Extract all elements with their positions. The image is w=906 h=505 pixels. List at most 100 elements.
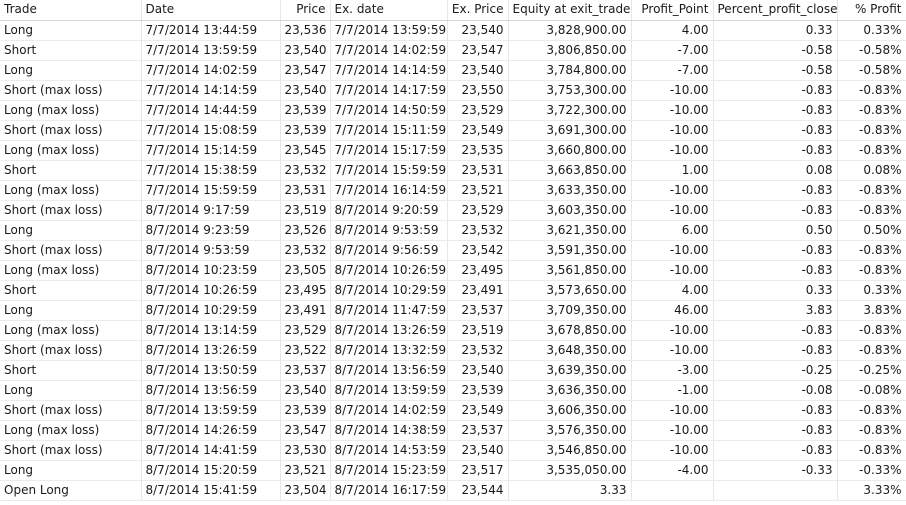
cell-date: 8/7/2014 13:14:59 (141, 320, 281, 341)
cell-pct_close: 0.33 (713, 20, 838, 41)
cell-exprice: 23,532 (447, 340, 509, 361)
table-row[interactable]: Open Long 8/7/2014 15:41:59 23,504 8/7/2014… (0, 480, 906, 501)
cell-price: 23,539 (280, 120, 331, 141)
cell-point: -7.00 (631, 60, 714, 81)
cell-point: -10.00 (631, 340, 714, 361)
cell-exprice: 23,549 (447, 400, 509, 421)
cell-exprice: 23,544 (447, 480, 509, 501)
cell-exprice: 23,537 (447, 420, 509, 441)
cell-exprice: 23,529 (447, 200, 509, 221)
cell-date: 7/7/2014 14:44:59 (141, 100, 281, 121)
cell-date: 7/7/2014 15:38:59 (141, 160, 281, 181)
cell-pct_close: -0.83 (713, 180, 838, 201)
cell-point: 6.00 (631, 220, 714, 241)
table-row[interactable]: Short (max loss) 8/7/2014 13:59:59 23,539 8… (0, 400, 906, 421)
column-header-equity[interactable]: Equity at exit_trade (508, 0, 632, 21)
cell-pct_close: -0.58 (713, 40, 838, 61)
cell-pct: 3.33% (837, 480, 906, 501)
table-row[interactable]: Long (max loss) 8/7/2014 14:26:59 23,547 8/… (0, 420, 906, 441)
cell-exprice: 23,539 (447, 380, 509, 401)
table-row[interactable]: Short (max loss) 8/7/2014 13:26:59 23,522 8… (0, 340, 906, 361)
cell-date: 7/7/2014 15:08:59 (141, 120, 281, 141)
cell-trade: Long (max loss) (0, 140, 142, 161)
cell-trade: Short (max loss) (0, 240, 142, 261)
column-header-date[interactable]: Date (141, 0, 281, 21)
cell-trade: Long (max loss) (0, 420, 142, 441)
cell-price: 23,540 (280, 380, 331, 401)
cell-pct: -0.83% (837, 240, 906, 261)
column-header-exprice[interactable]: Ex. Price (447, 0, 509, 21)
table-row[interactable]: Long (max loss) 7/7/2014 14:44:59 23,539 7/… (0, 100, 906, 121)
cell-pct: 3.83% (837, 300, 906, 321)
cell-exprice: 23,517 (447, 460, 509, 481)
cell-exdate: 7/7/2014 14:17:59 (330, 80, 448, 101)
cell-point: -10.00 (631, 140, 714, 161)
cell-price: 23,522 (280, 340, 331, 361)
cell-pct_close: -0.83 (713, 260, 838, 281)
cell-date: 8/7/2014 13:56:59 (141, 380, 281, 401)
cell-trade: Short (max loss) (0, 200, 142, 221)
column-header-price[interactable]: Price (280, 0, 331, 21)
table-row[interactable]: Short 7/7/2014 15:38:59 23,532 7/7/2014 15:… (0, 160, 906, 181)
cell-pct: -0.08% (837, 380, 906, 401)
cell-equity: 3,660,800.00 (508, 140, 632, 161)
cell-trade: Short (max loss) (0, 400, 142, 421)
cell-point: 1.00 (631, 160, 714, 181)
cell-equity: 3,573,650.00 (508, 280, 632, 301)
table-row[interactable]: Short 8/7/2014 10:26:59 23,495 8/7/2014 10:… (0, 280, 906, 301)
cell-date: 8/7/2014 13:59:59 (141, 400, 281, 421)
table-row[interactable]: Short (max loss) 8/7/2014 14:41:59 23,530 8… (0, 440, 906, 461)
column-header-exdate[interactable]: Ex. date (330, 0, 448, 21)
table-row[interactable]: Long 7/7/2014 14:02:59 23,547 7/7/2014 14:1… (0, 60, 906, 81)
cell-equity: 3,546,850.00 (508, 440, 632, 461)
column-header-point[interactable]: Profit_Point (631, 0, 714, 21)
cell-price: 23,491 (280, 300, 331, 321)
cell-pct: 0.08% (837, 160, 906, 181)
table-row[interactable]: Short (max loss) 8/7/2014 9:53:59 23,532 8/… (0, 240, 906, 261)
cell-date: 8/7/2014 15:41:59 (141, 480, 281, 501)
cell-pct_close: -0.08 (713, 380, 838, 401)
cell-trade: Long (max loss) (0, 260, 142, 281)
cell-exdate: 7/7/2014 15:11:59 (330, 120, 448, 141)
cell-equity: 3.33 (508, 480, 632, 501)
cell-exdate: 7/7/2014 13:59:59 (330, 20, 448, 41)
cell-exprice: 23,531 (447, 160, 509, 181)
table-row[interactable]: Long (max loss) 8/7/2014 10:23:59 23,505 8/… (0, 260, 906, 281)
cell-exprice: 23,491 (447, 280, 509, 301)
table-row[interactable]: Short 7/7/2014 13:59:59 23,540 7/7/2014 14:… (0, 40, 906, 61)
column-header-pct[interactable]: % Profit (837, 0, 906, 21)
table-row[interactable]: Long 8/7/2014 9:23:59 23,526 8/7/2014 9:53:… (0, 220, 906, 241)
cell-pct: -0.58% (837, 40, 906, 61)
table-row[interactable]: Long 8/7/2014 10:29:59 23,491 8/7/2014 11:4… (0, 300, 906, 321)
cell-equity: 3,603,350.00 (508, 200, 632, 221)
table-row[interactable]: Short 8/7/2014 13:50:59 23,537 8/7/2014 13:… (0, 360, 906, 381)
cell-exprice: 23,540 (447, 60, 509, 81)
table-row[interactable]: Long (max loss) 8/7/2014 13:14:59 23,529 8/… (0, 320, 906, 341)
table-row[interactable]: Short (max loss) 7/7/2014 15:08:59 23,539 7… (0, 120, 906, 141)
cell-equity: 3,648,350.00 (508, 340, 632, 361)
table-row[interactable]: Long 8/7/2014 15:20:59 23,521 8/7/2014 15:2… (0, 460, 906, 481)
cell-pct: -0.83% (837, 400, 906, 421)
column-header-pct_close[interactable]: Percent_profit_close (713, 0, 838, 21)
table-row[interactable]: Long (max loss) 7/7/2014 15:59:59 23,531 7/… (0, 180, 906, 201)
cell-point: -10.00 (631, 320, 714, 341)
cell-date: 8/7/2014 15:20:59 (141, 460, 281, 481)
table-row[interactable]: Short (max loss) 7/7/2014 14:14:59 23,540 7… (0, 80, 906, 101)
column-header-trade[interactable]: Trade (0, 0, 142, 21)
table-row[interactable]: Long (max loss) 7/7/2014 15:14:59 23,545 7/… (0, 140, 906, 161)
cell-exprice: 23,529 (447, 100, 509, 121)
cell-exdate: 7/7/2014 14:50:59 (330, 100, 448, 121)
cell-exdate: 7/7/2014 15:17:59 (330, 140, 448, 161)
cell-exdate: 8/7/2014 9:56:59 (330, 240, 448, 261)
table-row[interactable]: Short (max loss) 8/7/2014 9:17:59 23,519 8/… (0, 200, 906, 221)
cell-trade: Short (max loss) (0, 440, 142, 461)
cell-point: -10.00 (631, 200, 714, 221)
cell-date: 7/7/2014 13:44:59 (141, 20, 281, 41)
cell-exdate: 8/7/2014 9:53:59 (330, 220, 448, 241)
cell-pct_close: 0.33 (713, 280, 838, 301)
cell-point: -7.00 (631, 40, 714, 61)
table-row[interactable]: Long 8/7/2014 13:56:59 23,540 8/7/2014 13:5… (0, 380, 906, 401)
cell-point: -10.00 (631, 400, 714, 421)
cell-pct: -0.83% (837, 440, 906, 461)
table-row[interactable]: Long 7/7/2014 13:44:59 23,536 7/7/2014 13:5… (0, 20, 906, 41)
